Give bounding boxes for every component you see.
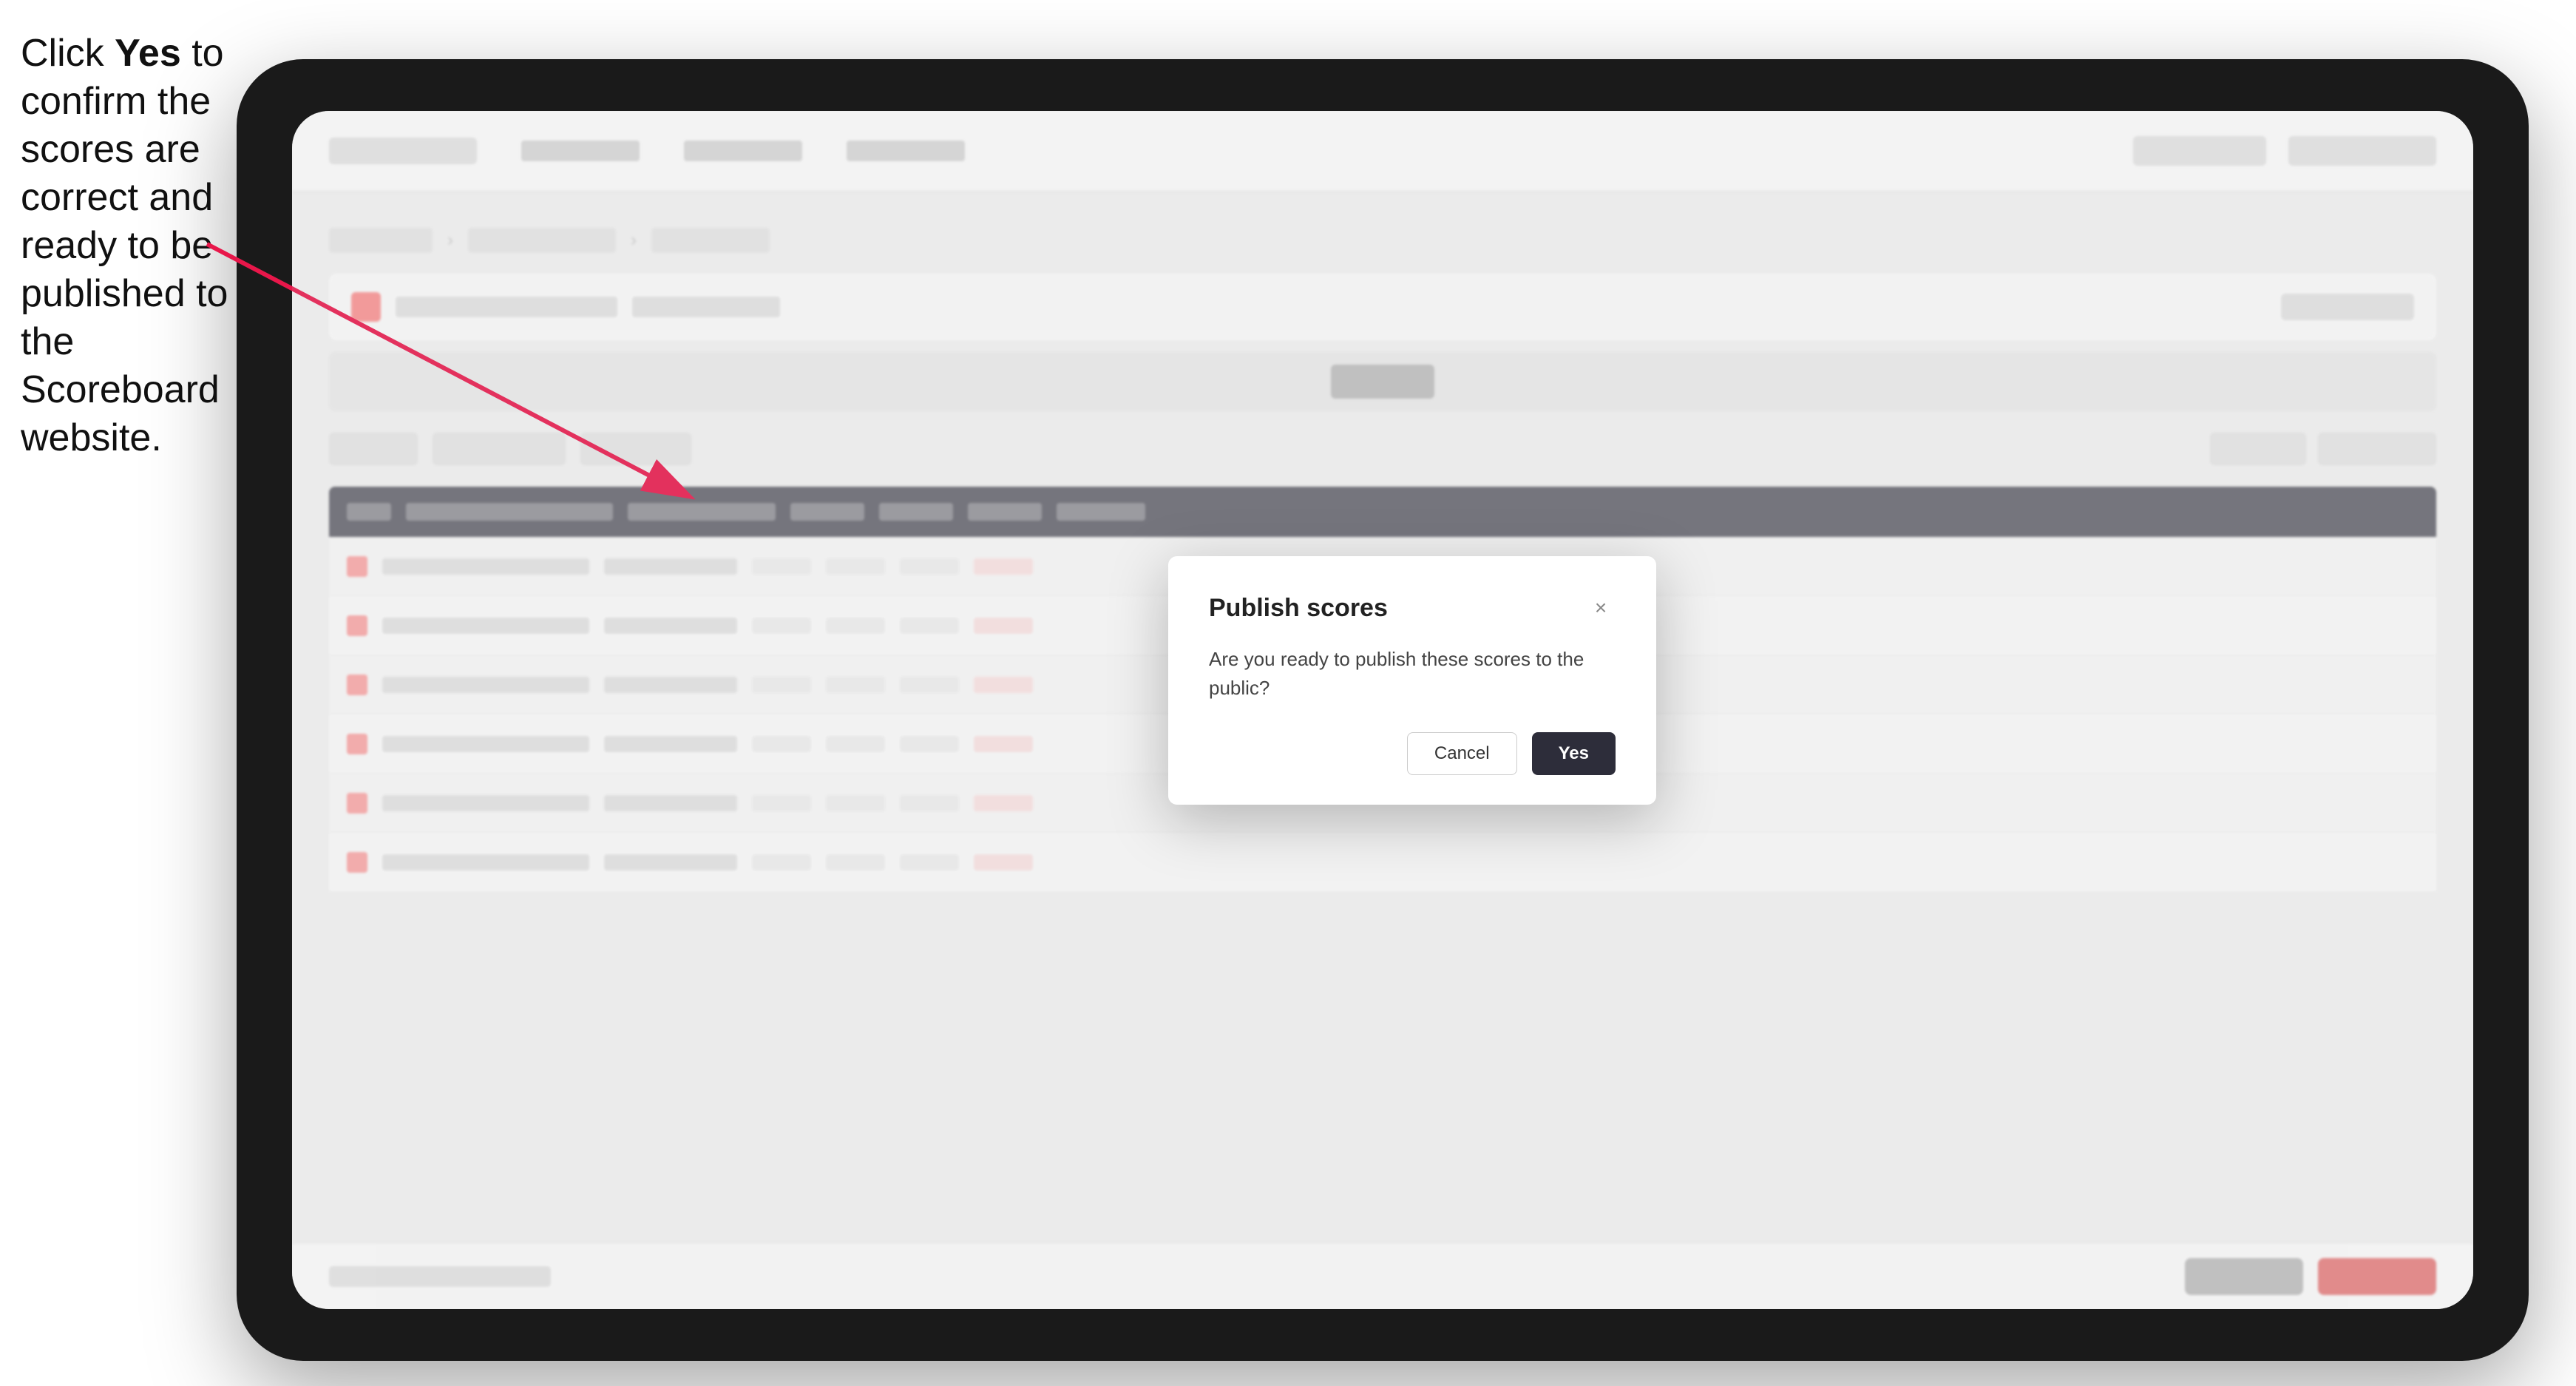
modal-body-text: Are you ready to publish these scores to… bbox=[1209, 645, 1616, 703]
modal-footer: Cancel Yes bbox=[1209, 732, 1616, 775]
yes-button[interactable]: Yes bbox=[1532, 732, 1616, 775]
instruction-bold: Yes bbox=[115, 32, 181, 75]
modal-title: Publish scores bbox=[1209, 594, 1388, 623]
instruction-text: Click Yes to confirm the scores are corr… bbox=[21, 30, 235, 462]
modal-dialog: Publish scores × Are you ready to publis… bbox=[1168, 556, 1656, 805]
modal-close-button[interactable]: × bbox=[1586, 593, 1616, 623]
instruction-suffix: to confirm the scores are correct and re… bbox=[21, 32, 228, 459]
modal-overlay: Publish scores × Are you ready to publis… bbox=[292, 111, 2473, 1309]
tablet-screen: › › bbox=[292, 111, 2473, 1309]
modal-header: Publish scores × bbox=[1209, 593, 1616, 623]
instruction-prefix: Click bbox=[21, 32, 115, 75]
tablet-device: › › bbox=[237, 59, 2529, 1361]
cancel-button[interactable]: Cancel bbox=[1407, 732, 1517, 775]
close-icon: × bbox=[1595, 596, 1607, 620]
